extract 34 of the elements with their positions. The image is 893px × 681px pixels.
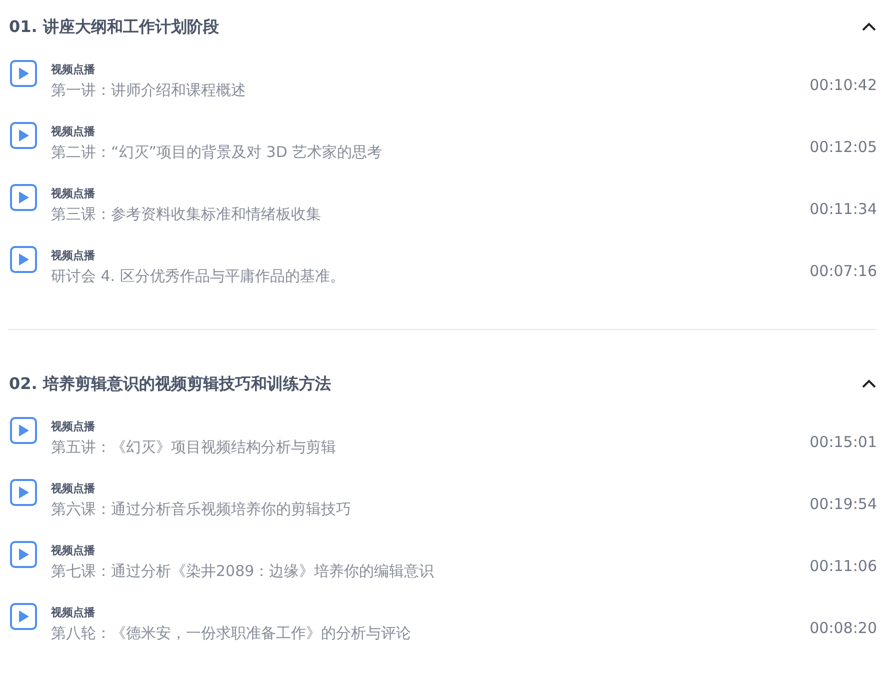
play-icon[interactable]: [10, 246, 37, 273]
section-title: 02. 培养剪辑意识的视频剪辑技巧和训练方法: [9, 374, 331, 394]
duration: 00:11:34: [810, 199, 877, 220]
play-icon[interactable]: [10, 60, 37, 87]
lesson-title[interactable]: 第五讲：《幻灭》项目视频结构分析与剪辑: [51, 435, 336, 459]
video-tag: 视频点播: [51, 124, 95, 140]
duration: 00:19:54: [810, 494, 877, 515]
video-tag: 视频点播: [51, 248, 95, 264]
section-title: 01. 讲座大纲和工作计划阶段: [9, 16, 219, 38]
duration: 00:12:05: [810, 137, 877, 158]
lesson-title[interactable]: 第七课：通过分析《染井2089：边缘》培养你的编辑意识: [51, 559, 434, 583]
lesson-title[interactable]: 研讨会 4. 区分优秀作品与平庸作品的基准。: [51, 264, 345, 288]
play-icon[interactable]: [10, 603, 37, 630]
video-tag: 视频点播: [51, 543, 95, 559]
video-tag: 视频点播: [51, 419, 95, 435]
play-icon[interactable]: [10, 122, 37, 149]
duration: 00:10:42: [810, 75, 877, 96]
lesson-title[interactable]: 第二讲：“幻灭”项目的背景及对 3D 艺术家的思考: [51, 140, 382, 164]
lesson-title[interactable]: 第六课：通过分析音乐视频培养你的剪辑技巧: [51, 497, 351, 521]
lesson-title[interactable]: 第一讲：讲师介绍和课程概述: [51, 78, 246, 102]
video-tag: 视频点播: [51, 481, 95, 497]
lesson-title[interactable]: 第八轮：《德米安，一份求职准备工作》的分析与评论: [51, 621, 411, 645]
lesson-title[interactable]: 第三课：参考资料收集标准和情绪板收集: [51, 202, 321, 226]
duration: 00:07:16: [810, 261, 877, 282]
video-tag: 视频点播: [51, 605, 95, 621]
play-icon[interactable]: [10, 417, 37, 444]
play-icon[interactable]: [10, 541, 37, 568]
play-icon[interactable]: [10, 184, 37, 211]
video-tag: 视频点播: [51, 62, 95, 78]
video-tag: 视频点播: [51, 186, 95, 202]
duration: 00:08:20: [810, 618, 877, 639]
duration: 00:11:06: [810, 556, 877, 577]
play-icon[interactable]: [10, 479, 37, 506]
duration: 00:15:01: [810, 432, 877, 453]
